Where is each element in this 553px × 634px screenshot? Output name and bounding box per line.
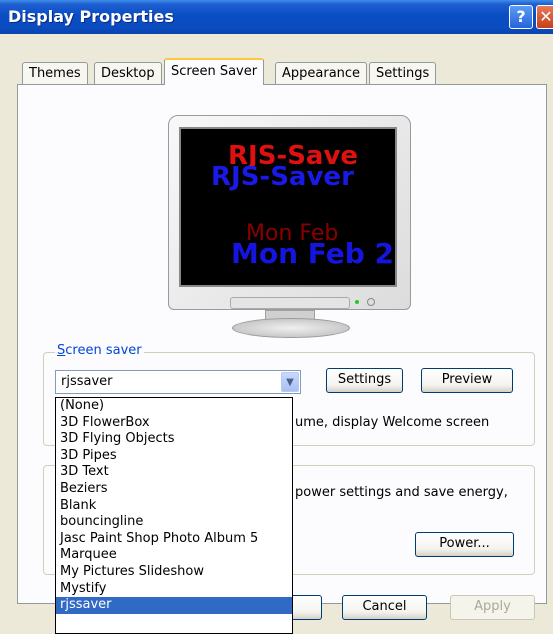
dropdown-option[interactable]: 3D Flying Objects [56,431,292,448]
preview-button[interactable]: Preview [421,368,513,393]
help-button[interactable]: ? [509,5,533,29]
dropdown-option[interactable]: 3D FlowerBox [56,415,292,432]
dropdown-option[interactable]: bouncingline [56,514,292,531]
preview-text-line: Mon Feb 2 [231,237,395,270]
tab-screen-saver[interactable]: Screen Saver [164,58,265,85]
close-icon: ✕ [539,7,553,26]
tab-desktop[interactable]: Desktop [94,62,162,84]
resume-text: ume, display Welcome screen [295,415,490,430]
screen-saver-select[interactable]: rjssaver ▼ [55,370,301,394]
monitor-power-icon [367,298,375,306]
dropdown-option[interactable]: Beziers [56,481,292,498]
settings-button[interactable]: Settings [326,368,403,393]
preview-screen: RJS-Save RJS-Saver Mon Feb Mon Feb 2 [179,127,397,287]
dropdown-option[interactable]: Blank [56,498,292,515]
window-title: Display Properties [8,7,174,26]
screen-saver-select-value: rjssaver [61,374,113,389]
power-led-icon [355,300,359,304]
tab-appearance[interactable]: Appearance [275,62,368,84]
cancel-button[interactable]: Cancel [342,595,427,620]
dropdown-option[interactable]: (None) [56,398,292,415]
dropdown-option[interactable]: 3D Text [56,464,292,481]
help-icon: ? [516,7,526,26]
dropdown-option[interactable]: Jasc Paint Shop Photo Album 5 [56,531,292,548]
close-button[interactable]: ✕ [536,5,553,29]
dropdown-option[interactable]: Mystify [56,581,292,598]
dropdown-option[interactable]: Marquee [56,547,292,564]
tab-settings[interactable]: Settings [369,62,437,84]
tab-themes[interactable]: Themes [22,62,88,84]
chevron-down-icon[interactable]: ▼ [281,372,299,392]
screen-saver-dropdown-list[interactable]: (None) 3D FlowerBox 3D Flying Objects 3D… [55,397,293,634]
dropdown-option[interactable]: 3D Pipes [56,448,292,465]
screen-saver-group-label: Screen saver [55,343,144,358]
power-text: power settings and save energy, [295,485,508,500]
preview-text-line: RJS-Saver [211,162,354,192]
apply-button[interactable]: Apply [450,595,535,620]
power-button[interactable]: Power... [415,532,514,557]
monitor-vent [230,297,350,309]
title-bar[interactable]: Display Properties ? ✕ [0,0,553,34]
dropdown-option-selected[interactable]: rjssaver [56,597,292,614]
dropdown-option[interactable]: My Pictures Slideshow [56,564,292,581]
monitor-stand [232,318,350,338]
